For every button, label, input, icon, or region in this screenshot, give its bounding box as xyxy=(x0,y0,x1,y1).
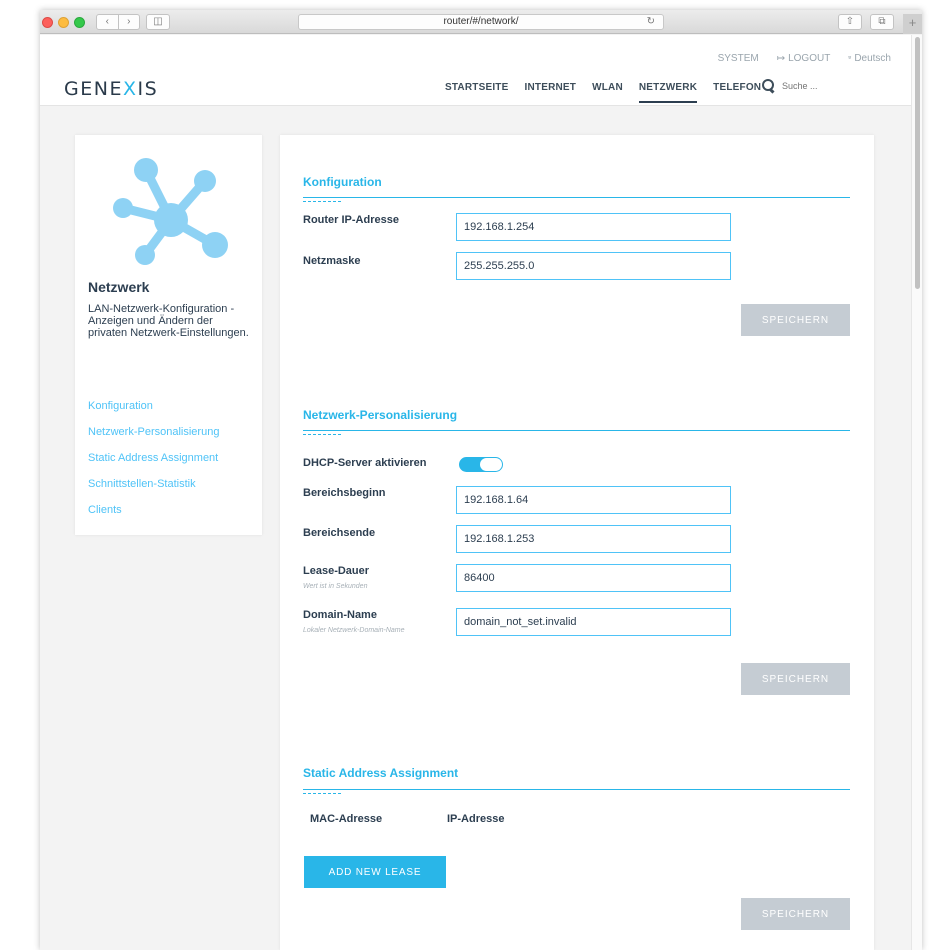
nav-netzwerk[interactable]: NETZWERK xyxy=(638,82,698,103)
save-personalisierung-button[interactable]: SPEICHERN xyxy=(741,663,850,695)
main-card: Konfiguration Router IP-Adresse Netzmask… xyxy=(280,135,874,950)
section-dash xyxy=(303,201,341,202)
logout-link[interactable]: ↦ LOGOUT xyxy=(777,53,831,64)
column-header-ip: IP-Adresse xyxy=(447,813,505,825)
section-title-static-assignment: Static Address Assignment xyxy=(303,766,459,780)
top-links: SYSTEM ↦ LOGOUT ᵄ Deutsch xyxy=(718,53,891,64)
search-icon[interactable] xyxy=(762,79,776,93)
logout-icon: ↦ xyxy=(776,53,786,64)
page-scrollbar[interactable] xyxy=(911,35,922,950)
system-link[interactable]: SYSTEM xyxy=(718,53,759,64)
browser-toolbar: ‹ › ◫ router/#/network/ ↻ ⇧ ⧉ + xyxy=(40,10,922,34)
router-ip-label: Router IP-Adresse xyxy=(303,214,399,226)
nav-startseite[interactable]: STARTSEITE xyxy=(445,82,508,103)
reload-icon[interactable]: ↻ xyxy=(647,15,655,29)
router-ip-input[interactable] xyxy=(456,213,731,241)
range-start-label: Bereichsbeginn xyxy=(303,487,386,499)
save-static-assignment-button[interactable]: SPEICHERN xyxy=(741,898,850,930)
sidebar-links: Konfiguration Netzwerk-Personalisierung … xyxy=(88,399,219,529)
search-input[interactable] xyxy=(782,81,842,91)
network-icon xyxy=(113,158,228,265)
nav-internet[interactable]: INTERNET xyxy=(524,82,576,103)
range-start-input[interactable] xyxy=(456,486,731,514)
save-konfiguration-button[interactable]: SPEICHERN xyxy=(741,304,850,336)
close-window-button[interactable] xyxy=(42,17,53,28)
sidebar-toggle-icon[interactable]: ◫ xyxy=(146,14,170,30)
sidebar-card: Netzwerk LAN-Netzwerk-Konfiguration - An… xyxy=(75,135,262,535)
range-end-label: Bereichsende xyxy=(303,527,376,539)
share-icon[interactable]: ⇧ xyxy=(838,14,862,30)
sidebar-link-personalisierung[interactable]: Netzwerk-Personalisierung xyxy=(88,425,219,451)
column-header-mac: MAC-Adresse xyxy=(310,813,383,825)
domain-label: Domain-Name xyxy=(303,609,377,621)
tabs-overview-icon[interactable]: ⧉ xyxy=(870,14,894,30)
range-end-input[interactable] xyxy=(456,525,731,553)
language-link[interactable]: ᵄ Deutsch xyxy=(848,53,891,64)
section-divider xyxy=(303,789,850,790)
lease-hint: Wert ist in Sekunden xyxy=(303,583,368,590)
sidebar-link-statistik[interactable]: Schnittstellen-Statistik xyxy=(88,477,219,503)
sidebar-link-static-assignment[interactable]: Static Address Assignment xyxy=(88,451,219,477)
genexis-logo[interactable]: GENEXIS xyxy=(64,78,158,100)
section-title-personalisierung: Netzwerk-Personalisierung xyxy=(303,408,458,422)
nav-wlan[interactable]: WLAN xyxy=(592,82,623,103)
language-icon: ᵄ xyxy=(848,54,852,63)
main-nav: STARTSEITE INTERNET WLAN NETZWERK TELEFO… xyxy=(445,82,761,103)
sidebar-title: Netzwerk xyxy=(88,279,150,295)
domain-hint: Lokaler Netzwerk-Domain-Name xyxy=(303,627,405,634)
lease-input[interactable] xyxy=(456,564,731,592)
search-box xyxy=(762,79,842,93)
section-divider xyxy=(303,430,850,431)
address-bar[interactable]: router/#/network/ ↻ xyxy=(298,14,664,30)
forward-icon[interactable]: › xyxy=(119,15,140,29)
sidebar-link-konfiguration[interactable]: Konfiguration xyxy=(88,399,219,425)
minimize-window-button[interactable] xyxy=(58,17,69,28)
netmask-label: Netzmaske xyxy=(303,255,361,267)
dhcp-toggle[interactable] xyxy=(459,457,503,472)
maximize-window-button[interactable] xyxy=(74,17,85,28)
sidebar-description: LAN-Netzwerk-Konfiguration - Anzeigen un… xyxy=(88,303,249,339)
scrollbar-thumb[interactable] xyxy=(915,37,920,289)
lease-label: Lease-Dauer xyxy=(303,565,370,577)
back-icon[interactable]: ‹ xyxy=(97,15,119,29)
nav-telefon[interactable]: TELEFON xyxy=(713,82,761,103)
add-new-lease-button[interactable]: ADD NEW LEASE xyxy=(304,856,446,888)
new-tab-icon[interactable]: + xyxy=(903,14,922,34)
toggle-knob xyxy=(480,458,502,471)
section-dash xyxy=(303,793,341,794)
netmask-input[interactable] xyxy=(456,252,731,280)
domain-input[interactable] xyxy=(456,608,731,636)
section-title-konfiguration: Konfiguration xyxy=(303,175,382,189)
section-divider xyxy=(303,197,850,198)
dhcp-label: DHCP-Server aktivieren xyxy=(303,457,427,469)
back-forward-buttons: ‹ › xyxy=(96,14,140,30)
url-text: router/#/network/ xyxy=(443,16,519,27)
page-header: SYSTEM ↦ LOGOUT ᵄ Deutsch GENEXIS STARTSEI… xyxy=(40,35,911,106)
section-dash xyxy=(303,434,341,435)
browser-window: ‹ › ◫ router/#/network/ ↻ ⇧ ⧉ + SYSTEM ↦… xyxy=(40,10,922,950)
sidebar-link-clients[interactable]: Clients xyxy=(88,503,219,529)
